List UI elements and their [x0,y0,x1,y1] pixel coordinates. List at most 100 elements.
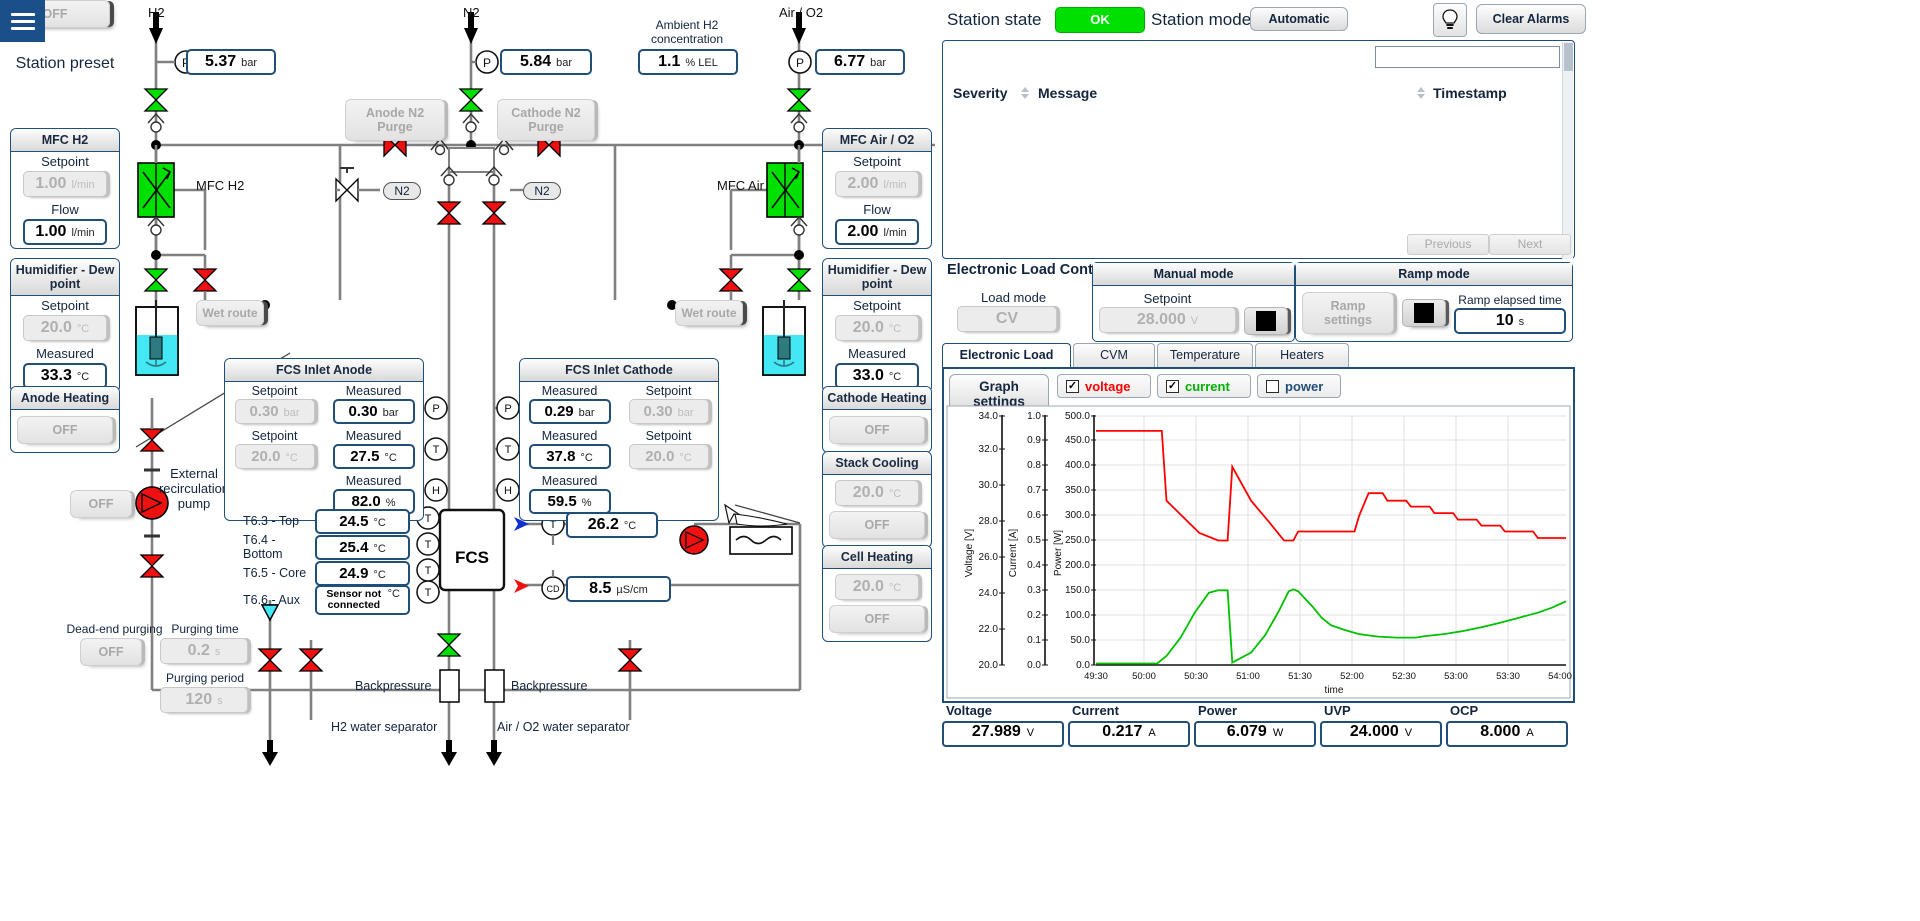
cathode-p-measured-value: 0.29 [544,403,573,420]
purging-period-field[interactable]: 120 s [160,687,248,713]
sort-arrows-icon[interactable] [1021,86,1030,100]
svg-text:51:30: 51:30 [1288,671,1312,682]
tab-temperature[interactable]: Temperature [1157,343,1253,368]
manual-setpoint-field[interactable]: 28.000 V [1099,307,1236,333]
stack-cooling-temp-field[interactable]: 20.0 °C [835,480,919,506]
manual-mode-stop-button[interactable] [1244,307,1288,335]
wet-route-right-button[interactable]: Wet route [675,300,743,326]
humidifier-anode-setpoint-unit: °C [77,323,89,335]
svg-text:T: T [505,444,512,456]
checkbox-icon[interactable] [1266,380,1279,393]
tab-electronic-load[interactable]: Electronic Load [942,343,1071,368]
svg-text:P: P [432,403,439,415]
air-pressure-readout: 6.77 bar [815,49,905,75]
cell-heating-button[interactable]: OFF [829,605,925,633]
stack-temp-value: 24.5 [339,513,368,530]
anode-n2-purge-button[interactable]: Anode N2 Purge [345,99,445,141]
fcs-inlet-anode-panel: FCS Inlet Anode Setpoint 0.30 bar Setpoi… [224,358,424,521]
alarm-next-button[interactable]: Next [1489,234,1571,255]
alarm-col-severity[interactable]: Severity [953,85,1007,101]
mfc-h2-setpoint-field[interactable]: 1.00 l/min [23,171,107,197]
svg-text:20.0: 20.0 [979,660,999,671]
series-toggle-current[interactable]: ✓ current [1157,374,1251,398]
ramp-elapsed-value: 10 [1496,312,1514,330]
alarm-lamp-button[interactable] [1433,3,1467,37]
cathode-h-measured-label: Measured [520,472,619,489]
tab-cvm[interactable]: CVM [1073,343,1155,368]
dead-end-purging-button[interactable]: OFF [80,638,142,666]
svg-text:0.1: 0.1 [1027,635,1041,646]
svg-text:50.0: 50.0 [1071,635,1091,646]
purging-time-field[interactable]: 0.2 s [160,638,248,664]
svg-text:450.0: 450.0 [1065,435,1090,446]
ambient-h2-label-line1: Ambient H2 [632,18,742,32]
anode-t-setpoint-field[interactable]: 20.0 °C [235,444,315,469]
mfc-h2-setpoint-unit: l/min [71,179,94,191]
svg-text:0.3: 0.3 [1027,585,1041,596]
stack-temp-row: T6.5 - Core 24.9 °C [243,560,418,586]
mfc-h2-setpoint-label: Setpoint [11,152,119,170]
checkbox-icon[interactable]: ✓ [1166,380,1179,393]
readout-voltage-value: 27.989 [972,723,1021,741]
anode-p-setpoint-value: 0.30 [249,403,278,420]
alarm-filter-input[interactable] [1375,46,1560,68]
anode-t-setpoint-unit: °C [285,452,297,464]
cathode-heating-button[interactable]: OFF [829,416,925,444]
stack-cooling-button[interactable]: OFF [829,511,925,539]
tab-heaters[interactable]: Heaters [1255,343,1349,368]
ramp-mode-stop-button[interactable] [1402,299,1446,327]
readout-uvp-unit: V [1405,727,1412,739]
svg-text:0.4: 0.4 [1027,560,1041,571]
load-mode-field[interactable]: CV [957,306,1057,332]
checkbox-icon[interactable]: ✓ [1066,380,1079,393]
cathode-t-setpoint-field[interactable]: 20.0 °C [629,444,709,469]
cathode-n2-purge-button[interactable]: Cathode N2 Purge [497,99,595,141]
alarm-scrollbar-thumb[interactable] [1564,43,1573,71]
clear-alarms-button[interactable]: Clear Alarms [1476,4,1586,34]
air-separator-label: Air / O2 water separator [497,720,630,734]
h2-pressure-readout: 5.37 bar [186,49,276,75]
n2-tag-right: N2 [523,182,561,200]
cathode-t-measured-box: 37.8 °C [529,444,611,469]
series-toggle-voltage[interactable]: ✓ voltage [1057,374,1151,398]
manual-mode-panel: Manual mode Setpoint 28.000 V [1092,262,1295,342]
series-toggle-power[interactable]: power [1257,374,1341,398]
sort-arrows-icon[interactable] [1417,86,1426,100]
n2-pressure-unit: bar [556,57,572,69]
readout-label-current: Current [1072,703,1119,718]
recirculation-pump-button[interactable]: OFF [70,490,132,518]
anode-p-measured-label: Measured [324,382,423,399]
humidifier-cathode-setpoint-field[interactable]: 20.0 °C [835,315,919,341]
alarm-previous-button[interactable]: Previous [1407,234,1489,255]
cathode-t-measured-value: 37.8 [546,448,575,465]
series-label-voltage: voltage [1085,379,1131,394]
svg-text:53:00: 53:00 [1444,671,1468,682]
cathode-p-setpoint-field[interactable]: 0.30 bar [629,399,709,424]
load-chart: Voltage [V] 20.0 22.0 24.0 26.0 28.0 30.… [944,403,1573,701]
anode-p-setpoint-unit: bar [284,407,300,419]
humidifier-anode-setpoint-field[interactable]: 20.0 °C [23,315,107,341]
external-pump-label-line2: recirculation [155,481,233,496]
readout-power: 6.079 W [1194,721,1316,747]
anode-p-measured-unit: bar [383,407,399,419]
cell-heating-temp-field[interactable]: 20.0 °C [835,574,919,600]
anode-p-setpoint-field[interactable]: 0.30 bar [235,399,315,424]
anode-heating-button[interactable]: OFF [17,416,113,444]
cathode-h-measured-value: 59.5 [548,493,577,510]
alarm-col-timestamp[interactable]: Timestamp [1433,85,1507,101]
stack-cooling-panel: Stack Cooling 20.0 °C OFF [822,451,932,548]
svg-text:50:00: 50:00 [1132,671,1156,682]
cell-heating-temp-value: 20.0 [853,578,884,596]
mfc-air-setpoint-field[interactable]: 2.00 l/min [835,171,919,197]
svg-text:0.2: 0.2 [1027,610,1041,621]
station-mode-button[interactable]: Automatic [1250,7,1348,31]
cathode-t-measured-unit: °C [580,452,592,464]
ramp-settings-button[interactable]: Ramp settings [1302,292,1394,334]
inlet-air-label: Air / O2 [779,5,823,20]
wet-route-left-button[interactable]: Wet route [196,300,264,326]
stack-cooling-temp-unit: °C [889,488,901,500]
alarm-col-message[interactable]: Message [1038,85,1097,101]
alarm-scrollbar[interactable] [1562,42,1573,259]
mfc-h2-flow-value: 1.00 [35,223,66,241]
inlet-n2-label: N2 [463,5,480,20]
